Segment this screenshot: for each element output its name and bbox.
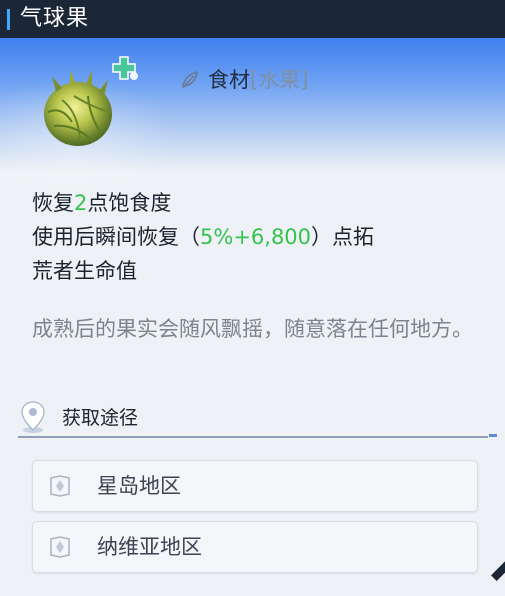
item-effects: 恢复2点饱食度 使用后瞬间恢复（5%+6,800）点拓 荒者生命值	[32, 186, 492, 288]
effect-text: ）点拓	[311, 225, 375, 249]
source-button-xingdao[interactable]: 星岛地区	[32, 460, 478, 512]
source-label: 星岛地区	[97, 474, 181, 498]
leaf-food-icon	[182, 70, 198, 89]
title-bar: 气球果	[0, 0, 505, 38]
section-divider	[18, 436, 488, 438]
effect-heal-cont: 荒者生命值	[32, 259, 137, 283]
item-detail-card: 气球果 食材 [水果] 恢复2点饱食度 使用后瞬间恢复（5%+6,800）点拓 …	[0, 0, 505, 596]
title-accent-bar	[7, 9, 10, 30]
plus-heal-icon	[112, 56, 138, 80]
divider-accent	[489, 434, 497, 437]
map-region-icon	[50, 536, 70, 558]
category-label: 食材	[208, 68, 250, 92]
item-title: 气球果	[20, 6, 90, 31]
map-region-icon	[50, 475, 70, 497]
item-description: 成熟后的果实会随风飘摇，随意落在任何地方。	[32, 317, 473, 341]
effect-text: 点饱食度	[87, 191, 172, 215]
satiety-value: 2	[74, 191, 88, 215]
source-label: 纳维亚地区	[97, 535, 202, 559]
source-title: 获取途径	[62, 407, 139, 429]
subcategory-label: [水果]	[250, 68, 309, 92]
corner-decoration	[491, 547, 505, 581]
item-category: 食材 [水果]	[180, 64, 308, 94]
effect-text: 使用后瞬间恢复（	[32, 225, 200, 249]
source-button-naviya[interactable]: 纳维亚地区	[32, 521, 478, 573]
effect-text: 恢复	[32, 191, 74, 215]
effect-satiety: 恢复2点饱食度	[32, 186, 492, 220]
effect-heal: 使用后瞬间恢复（5%+6,800）点拓	[32, 220, 492, 254]
heal-value: 5%+6,800	[200, 225, 312, 249]
location-pin-icon	[21, 401, 45, 433]
